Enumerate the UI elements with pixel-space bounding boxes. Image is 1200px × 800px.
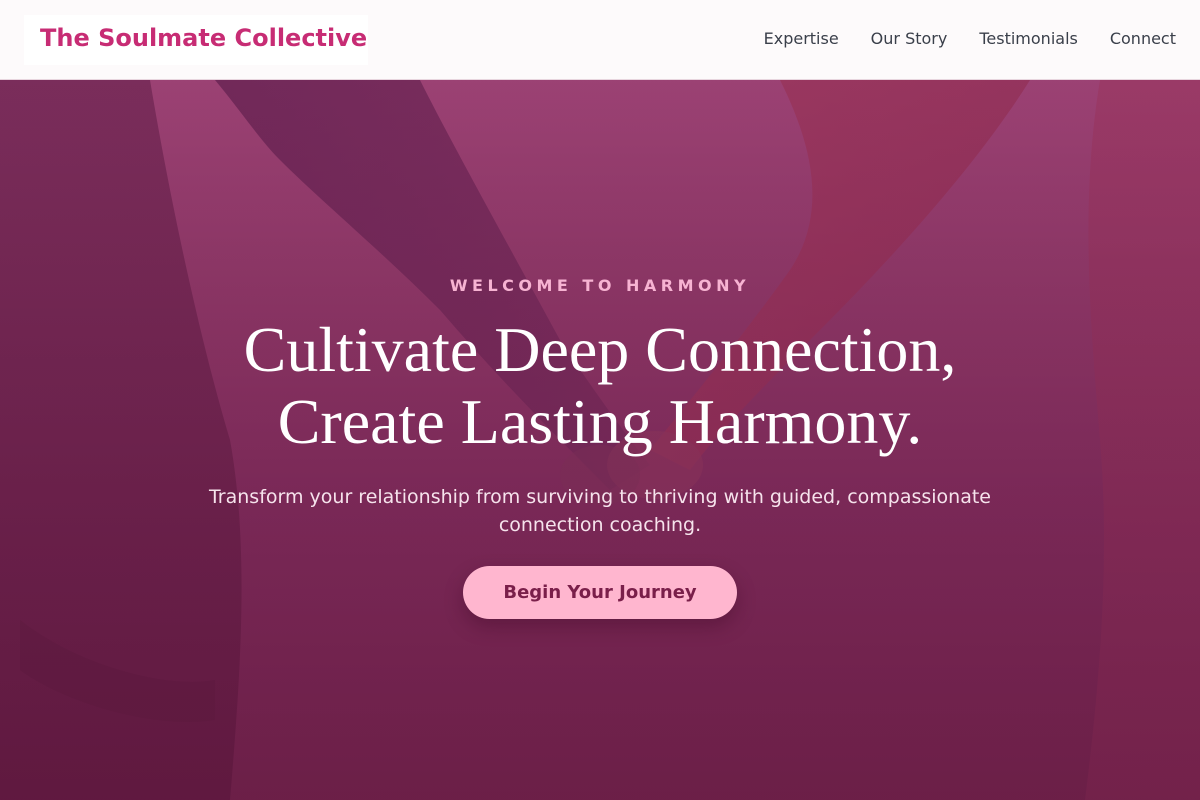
hero-headline-line1: Cultivate Deep Connection, (243, 314, 957, 385)
begin-journey-button[interactable]: Begin Your Journey (463, 566, 737, 619)
nav-link-our-story[interactable]: Our Story (871, 29, 948, 48)
hero-headline-line2: Create Lasting Harmony. (277, 386, 923, 457)
hero-subtext: Transform your relationship from survivi… (208, 486, 991, 536)
nav-link-testimonials[interactable]: Testimonials (979, 29, 1078, 48)
hero-section: WELCOME TO HARMONY Cultivate Deep Connec… (0, 80, 1200, 800)
primary-nav: Expertise Our Story Testimonials Connect (764, 29, 1176, 48)
nav-link-expertise[interactable]: Expertise (764, 29, 839, 48)
brand-logo[interactable]: The Soulmate Collective (40, 24, 367, 52)
hero-eyebrow: WELCOME TO HARMONY (449, 276, 751, 295)
nav-link-connect[interactable]: Connect (1110, 29, 1176, 48)
top-navbar: The Soulmate Collective Expertise Our St… (0, 0, 1200, 80)
hero-headline: Cultivate Deep Connection, Create Lastin… (0, 314, 1200, 458)
